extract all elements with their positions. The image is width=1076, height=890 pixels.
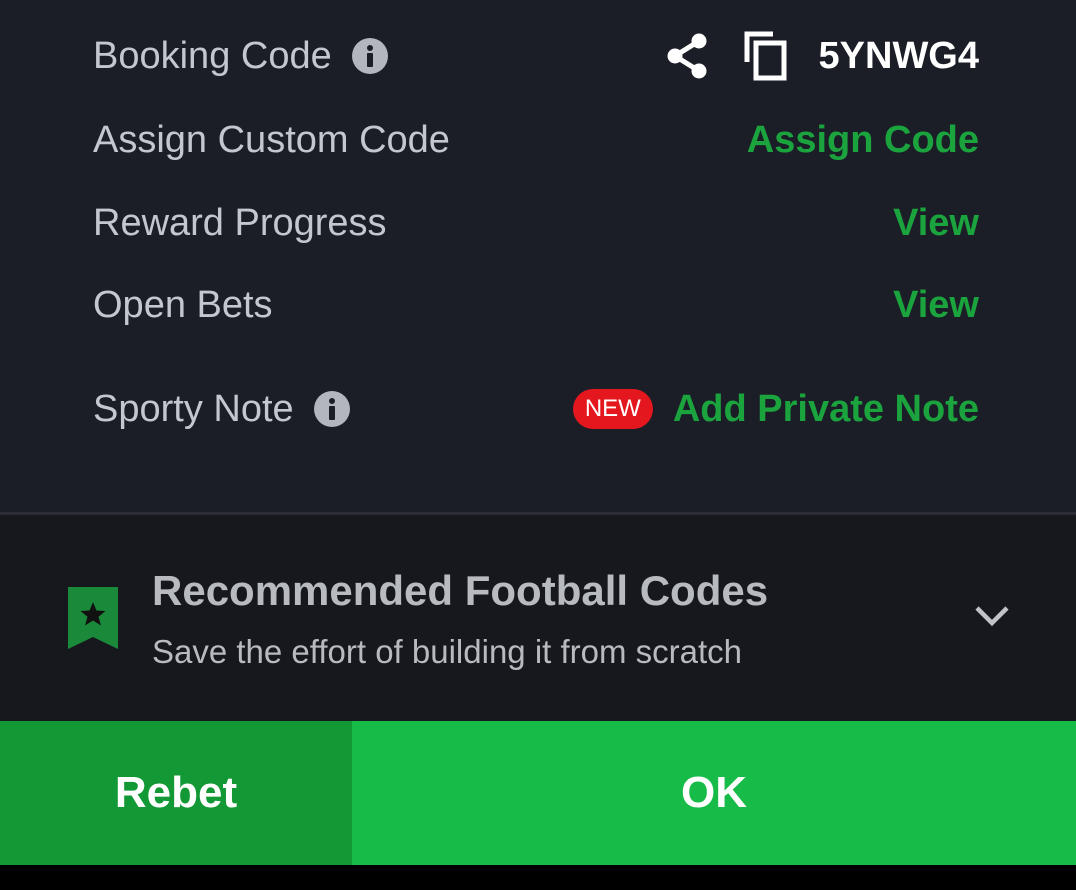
booking-details-panel: Booking Code 5YNWG4 Assign Custom Code A… bbox=[0, 0, 1076, 512]
add-private-note-link[interactable]: Add Private Note bbox=[673, 388, 979, 431]
reward-progress-row: Reward Progress View bbox=[93, 193, 979, 253]
share-icon[interactable] bbox=[665, 32, 709, 80]
reward-progress-label: Reward Progress bbox=[93, 201, 387, 244]
info-icon[interactable] bbox=[351, 38, 388, 74]
sporty-note-row: Sporty Note NEW Add Private Note bbox=[93, 379, 979, 439]
action-bar: Rebet OK bbox=[0, 721, 1076, 865]
open-bets-row: Open Bets View bbox=[93, 275, 979, 335]
open-bets-view-link[interactable]: View bbox=[893, 284, 979, 327]
recommended-subtitle: Save the effort of building it from scra… bbox=[152, 633, 743, 670]
ok-button[interactable]: OK bbox=[352, 721, 1076, 865]
copy-icon[interactable] bbox=[743, 30, 789, 82]
recommended-title: Recommended Football Codes bbox=[152, 567, 769, 614]
custom-code-label: Assign Custom Code bbox=[93, 118, 450, 161]
open-bets-label: Open Bets bbox=[93, 283, 273, 326]
chevron-down-icon[interactable] bbox=[974, 604, 1010, 628]
booking-code-value[interactable]: 5YNWG4 bbox=[819, 35, 979, 78]
sporty-note-label: Sporty Note bbox=[93, 387, 294, 430]
new-badge: NEW bbox=[572, 389, 653, 429]
recommended-codes-section[interactable]: Recommended Football Codes Save the effo… bbox=[0, 515, 1076, 721]
rebet-button[interactable]: Rebet bbox=[0, 721, 352, 865]
assign-code-link[interactable]: Assign Code bbox=[747, 119, 979, 162]
booking-code-row: Booking Code 5YNWG4 bbox=[93, 26, 979, 86]
bookmark-star-icon bbox=[68, 587, 118, 649]
reward-progress-view-link[interactable]: View bbox=[893, 202, 979, 245]
info-icon[interactable] bbox=[313, 391, 350, 427]
bottom-edge bbox=[0, 865, 1076, 890]
booking-code-label: Booking Code bbox=[93, 34, 332, 77]
custom-code-row: Assign Custom Code Assign Code bbox=[93, 110, 979, 170]
